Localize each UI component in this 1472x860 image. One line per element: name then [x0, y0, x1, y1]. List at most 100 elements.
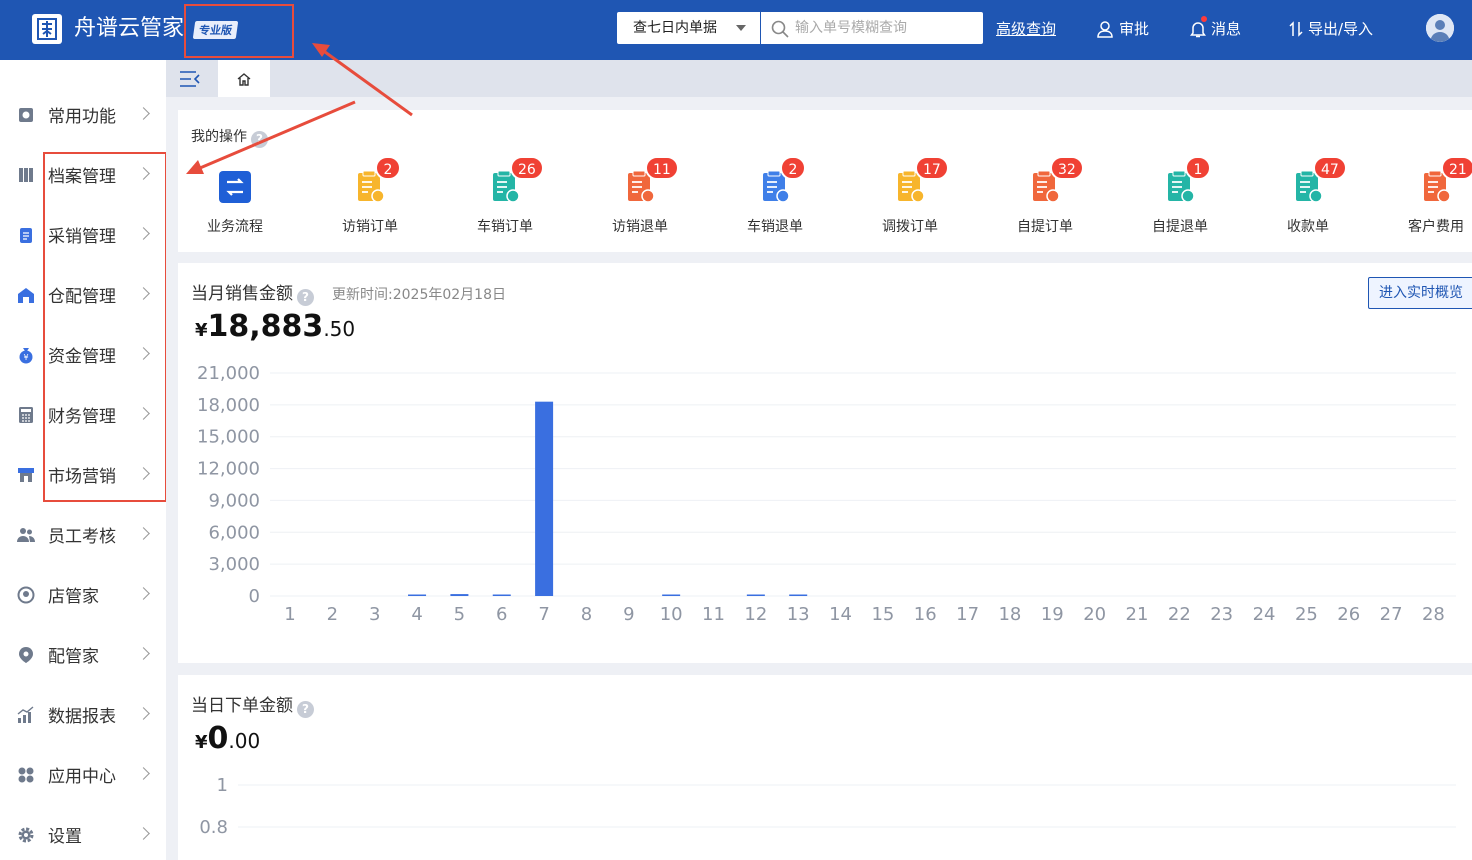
x-tick-label: 12: [744, 604, 767, 625]
sidebar-item[interactable]: 常用功能: [0, 85, 166, 145]
order-search-input[interactable]: [795, 12, 975, 44]
sidebar-item-label: 应用中心: [48, 767, 116, 787]
x-tick-label: 25: [1295, 604, 1318, 625]
sidebar-item[interactable]: 员工考核: [0, 505, 166, 565]
y-tick-label: 9,000: [208, 490, 260, 511]
count-badge: 21: [1441, 156, 1472, 180]
sidebar-item-label: 常用功能: [48, 107, 116, 127]
bar-10[interactable]: [662, 594, 681, 597]
export-import-button[interactable]: 导出/导入: [1289, 18, 1373, 39]
x-tick-label: 19: [1041, 604, 1064, 625]
operation-item[interactable]: 2 车销退单: [730, 156, 820, 236]
operation-label: 车销退单: [747, 219, 803, 235]
svg-text:¥: ¥: [23, 353, 28, 362]
x-tick-label: 2: [327, 604, 338, 625]
purchase-icon: [20, 228, 32, 243]
x-tick-label: 14: [829, 604, 852, 625]
operation-icon: 11: [623, 156, 679, 204]
operation-item[interactable]: 2 访销订单: [325, 156, 415, 236]
x-tick-label: 9: [623, 604, 634, 625]
x-tick-label: 27: [1380, 604, 1403, 625]
advanced-search-link[interactable]: 高级查询: [996, 18, 1056, 39]
bar-12[interactable]: [746, 594, 765, 597]
operation-item[interactable]: 32 自提订单: [1000, 156, 1090, 236]
x-tick-label: 1: [284, 604, 295, 625]
operation-icon: 21: [1419, 156, 1472, 204]
operation-item[interactable]: 11 访销退单: [595, 156, 685, 236]
y-tick-label: 3,000: [208, 554, 260, 575]
count-badge: 47: [1313, 156, 1347, 180]
operation-label: 业务流程: [207, 219, 263, 235]
count-badge: 32: [1050, 156, 1084, 180]
chevron-right-icon: [137, 827, 150, 840]
x-tick-label: 3: [369, 604, 380, 625]
operation-label: 自提订单: [1017, 219, 1073, 235]
sidebar-item[interactable]: 店管家: [0, 565, 166, 625]
collapse-sidebar-button[interactable]: [178, 69, 202, 89]
bar-13[interactable]: [789, 594, 808, 597]
approve-button[interactable]: 审批: [1096, 18, 1149, 39]
operation-icon: 2: [758, 156, 806, 204]
x-tick-label: 5: [454, 604, 465, 625]
brand-highlight-box: [184, 4, 294, 58]
y-tick-label: 0.8: [199, 817, 228, 838]
chevron-right-icon: [137, 107, 150, 120]
today-orders-panel: 当日下单金额? ¥0.00 1 0.8: [178, 675, 1472, 860]
caret-down-icon: [736, 25, 746, 31]
operation-item[interactable]: 47 收款单: [1263, 156, 1353, 236]
app-logo[interactable]: [32, 14, 62, 44]
operation-icon: 32: [1028, 156, 1084, 204]
operation-icon: 2: [353, 156, 401, 204]
bar-6[interactable]: [492, 594, 511, 597]
bar-5[interactable]: [450, 594, 469, 596]
sidebar-item-label: 数据报表: [48, 707, 116, 727]
money-bag-icon: ¥: [19, 348, 33, 364]
sidebar-item[interactable]: 数据报表: [0, 685, 166, 745]
y-tick-label: 21,000: [197, 363, 260, 384]
sidebar-item-label: 设置: [48, 827, 82, 847]
document-icon: [219, 171, 251, 203]
x-tick-label: 24: [1253, 604, 1276, 625]
chevron-right-icon: [137, 767, 150, 780]
x-tick-label: 21: [1126, 604, 1149, 625]
y-tick-label: 12,000: [197, 459, 260, 480]
order-search-box: [761, 12, 983, 44]
bar-4[interactable]: [408, 594, 427, 597]
help-icon[interactable]: ?: [251, 131, 268, 148]
x-tick-label: 4: [411, 604, 422, 625]
sidebar-item[interactable]: 应用中心: [0, 745, 166, 805]
apps-icon: [18, 767, 34, 783]
date-range-value: 查七日内单据: [633, 20, 717, 36]
messages-button[interactable]: 消息: [1190, 16, 1241, 39]
my-operations-panel: 我的操作? 业务流程 2 访销订单 26 车销订单 11 访销退单 2 车销退单 17 调拨订单 32…: [178, 110, 1472, 252]
count-badge: 17: [915, 156, 949, 180]
bar-7[interactable]: [535, 401, 554, 596]
operation-item[interactable]: 21 客户费用: [1391, 156, 1472, 236]
delivery-icon: [19, 647, 33, 663]
operation-item[interactable]: 26 车销订单: [460, 156, 550, 236]
export-import-label: 导出/导入: [1308, 20, 1374, 38]
y-tick-label: 6,000: [208, 522, 260, 543]
y-tick-label: 15,000: [197, 427, 260, 448]
operation-icon: 47: [1291, 156, 1347, 204]
x-tick-label: 15: [871, 604, 894, 625]
user-avatar[interactable]: [1426, 14, 1454, 42]
operation-label: 调拨订单: [882, 219, 938, 235]
x-tick-label: 26: [1337, 604, 1360, 625]
y-tick-label: 0: [249, 586, 260, 607]
monthly-sales-panel: 当月销售金额? 更新时间:2025年02月18日 ¥18,883.50 进入实时概…: [178, 263, 1472, 663]
operation-item[interactable]: 1 自提退单: [1135, 156, 1225, 236]
calculator-icon: [19, 407, 33, 423]
sidebar-item[interactable]: 配管家: [0, 625, 166, 685]
tab-bar: [166, 60, 1472, 97]
sidebar-item[interactable]: 设置: [0, 805, 166, 860]
content-gutter: [166, 60, 178, 860]
sort-arrows-icon: [1289, 20, 1303, 37]
operation-label: 访销退单: [612, 219, 668, 235]
operation-item[interactable]: 业务流程: [190, 170, 280, 236]
operation-item[interactable]: 17 调拨订单: [865, 156, 955, 236]
user-icon: [1097, 20, 1113, 38]
operation-label: 访销订单: [342, 219, 398, 235]
tab-home[interactable]: [218, 60, 270, 97]
date-range-select[interactable]: 查七日内单据: [617, 12, 760, 44]
